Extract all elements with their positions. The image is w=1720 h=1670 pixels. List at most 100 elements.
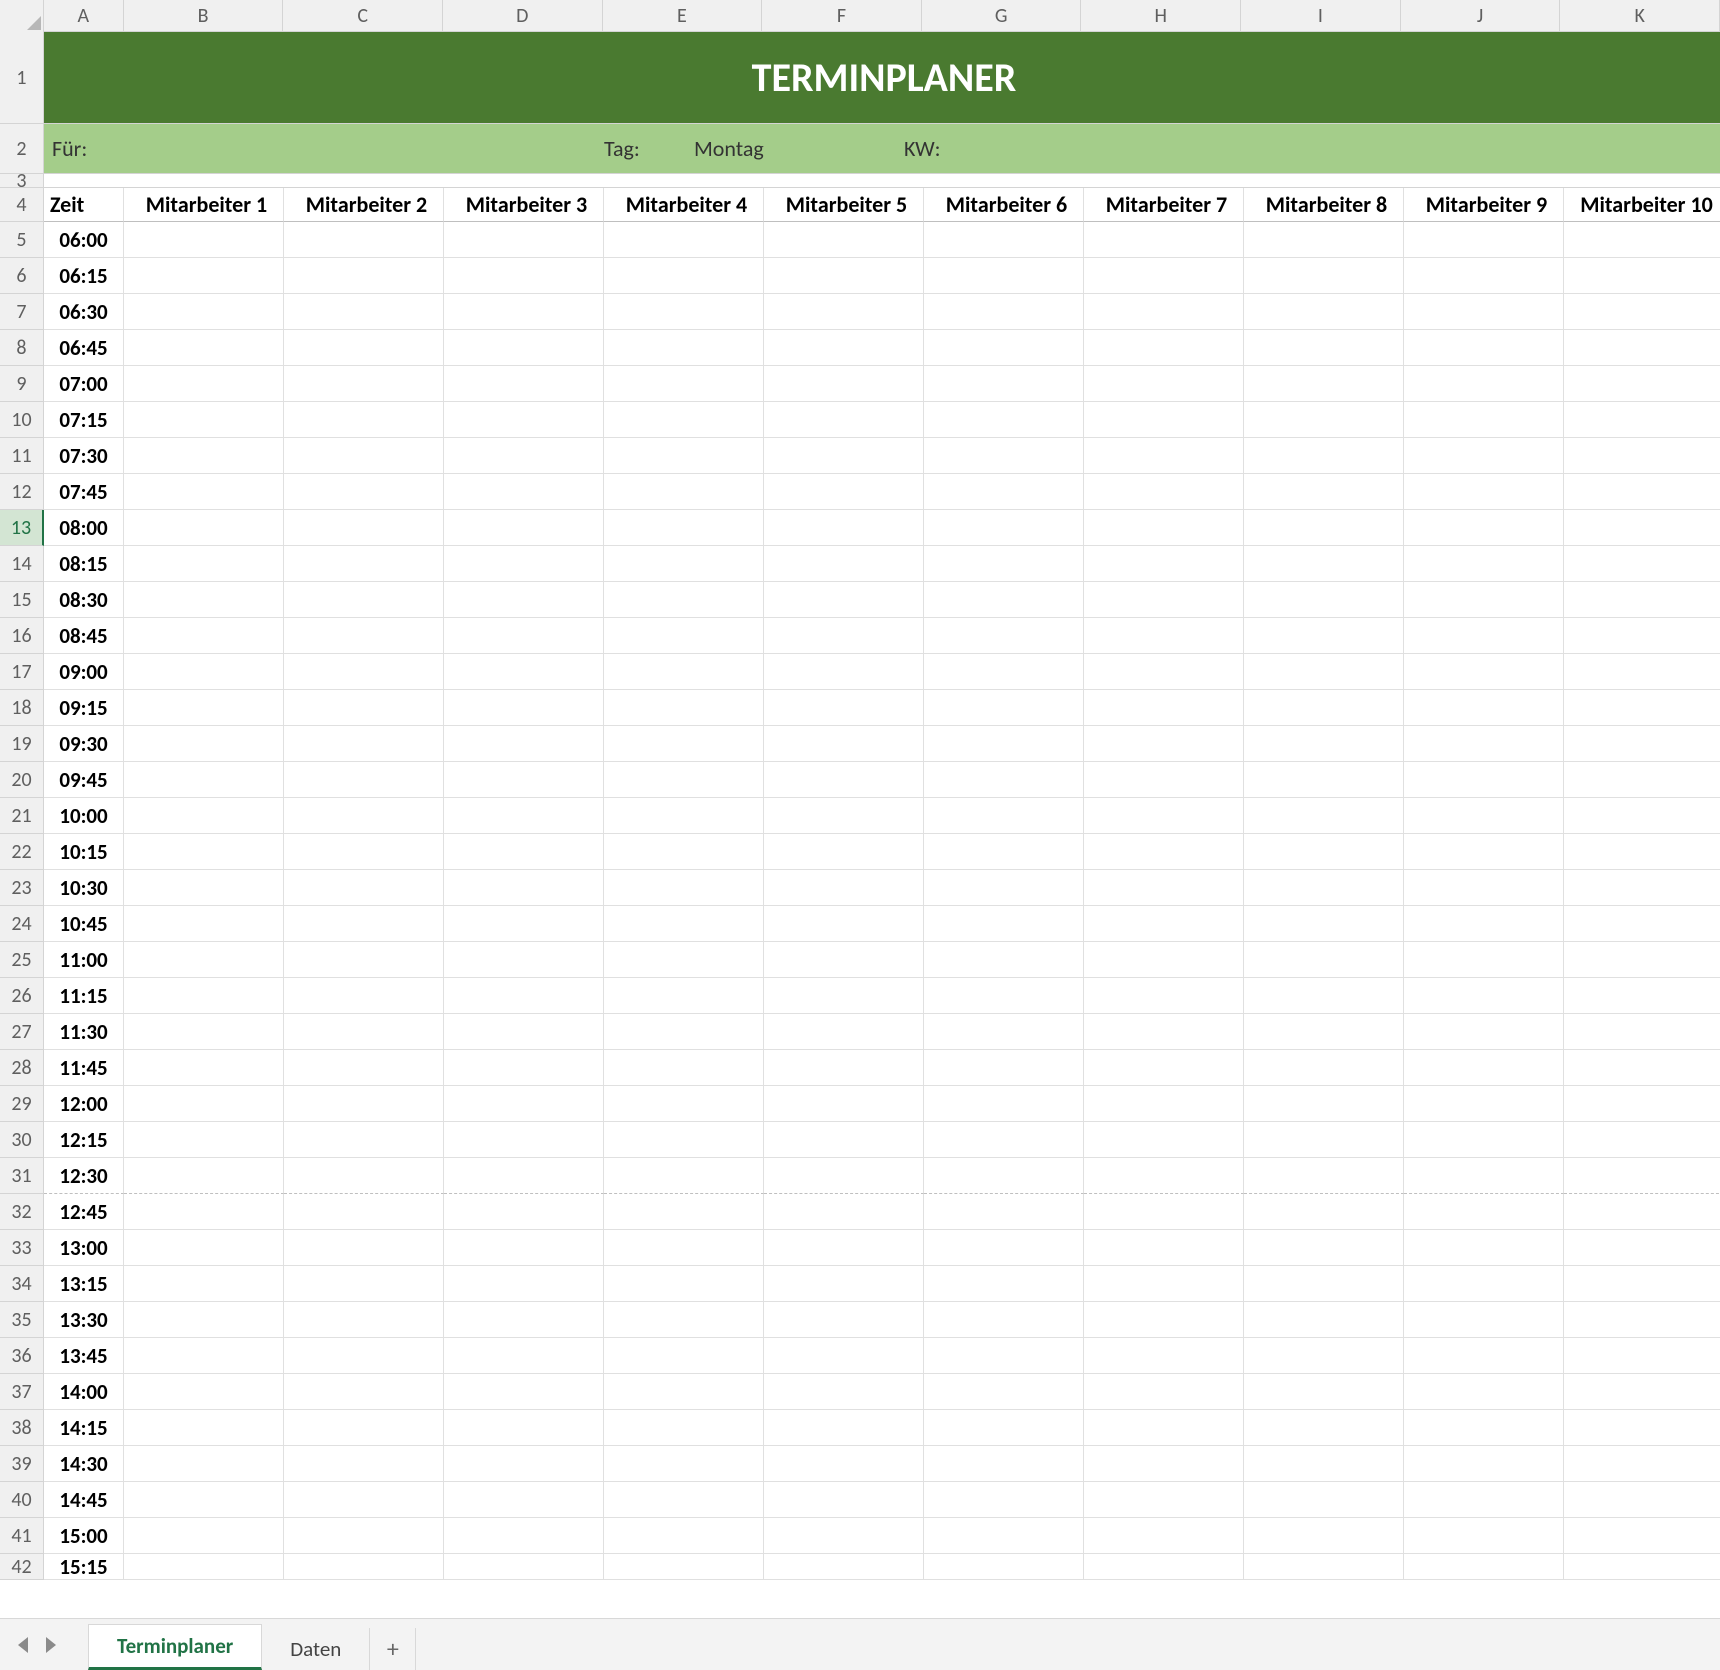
data-cell-r16-c8[interactable] bbox=[1244, 618, 1404, 654]
data-cell-r12-c3[interactable] bbox=[444, 474, 604, 510]
time-cell-31[interactable]: 12:30 bbox=[44, 1158, 124, 1194]
data-cell-r41-c7[interactable] bbox=[1084, 1518, 1244, 1554]
data-cell-r21-c6[interactable] bbox=[924, 798, 1084, 834]
data-cell-r20-c1[interactable] bbox=[124, 762, 284, 798]
data-cell-r10-c2[interactable] bbox=[284, 402, 444, 438]
data-cell-r27-c5[interactable] bbox=[764, 1014, 924, 1050]
data-cell-r41-c5[interactable] bbox=[764, 1518, 924, 1554]
data-cell-r23-c3[interactable] bbox=[444, 870, 604, 906]
data-cell-r29-c9[interactable] bbox=[1404, 1086, 1564, 1122]
time-cell-39[interactable]: 14:30 bbox=[44, 1446, 124, 1482]
time-cell-11[interactable]: 07:30 bbox=[44, 438, 124, 474]
data-cell-r41-c9[interactable] bbox=[1404, 1518, 1564, 1554]
data-cell-r16-c3[interactable] bbox=[444, 618, 604, 654]
data-cell-r6-c8[interactable] bbox=[1244, 258, 1404, 294]
data-cell-r26-c6[interactable] bbox=[924, 978, 1084, 1014]
header-mitarbeiter-8[interactable]: Mitarbeiter 8 bbox=[1244, 188, 1404, 222]
data-cell-r40-c2[interactable] bbox=[284, 1482, 444, 1518]
data-cell-r39-c2[interactable] bbox=[284, 1446, 444, 1482]
data-cell-r28-c9[interactable] bbox=[1404, 1050, 1564, 1086]
data-cell-r26-c1[interactable] bbox=[124, 978, 284, 1014]
data-cell-r35-c7[interactable] bbox=[1084, 1302, 1244, 1338]
data-cell-r28-c6[interactable] bbox=[924, 1050, 1084, 1086]
data-cell-r38-c1[interactable] bbox=[124, 1410, 284, 1446]
data-cell-r28-c10[interactable] bbox=[1564, 1050, 1720, 1086]
data-cell-r18-c8[interactable] bbox=[1244, 690, 1404, 726]
data-cell-r13-c1[interactable] bbox=[124, 510, 284, 546]
data-cell-r20-c10[interactable] bbox=[1564, 762, 1720, 798]
header-mitarbeiter-2[interactable]: Mitarbeiter 2 bbox=[284, 188, 444, 222]
header-zeit[interactable]: Zeit bbox=[44, 188, 124, 222]
data-cell-r28-c2[interactable] bbox=[284, 1050, 444, 1086]
data-cell-r22-c8[interactable] bbox=[1244, 834, 1404, 870]
data-cell-r33-c5[interactable] bbox=[764, 1230, 924, 1266]
data-cell-r20-c4[interactable] bbox=[604, 762, 764, 798]
data-cell-r14-c2[interactable] bbox=[284, 546, 444, 582]
data-cell-r7-c2[interactable] bbox=[284, 294, 444, 330]
time-cell-40[interactable]: 14:45 bbox=[44, 1482, 124, 1518]
data-cell-r27-c3[interactable] bbox=[444, 1014, 604, 1050]
data-cell-r38-c10[interactable] bbox=[1564, 1410, 1720, 1446]
row-header-6[interactable]: 6 bbox=[0, 258, 44, 294]
data-cell-r5-c2[interactable] bbox=[284, 222, 444, 258]
data-cell-r6-c1[interactable] bbox=[124, 258, 284, 294]
data-cell-r38-c8[interactable] bbox=[1244, 1410, 1404, 1446]
time-cell-30[interactable]: 12:15 bbox=[44, 1122, 124, 1158]
data-cell-r22-c4[interactable] bbox=[604, 834, 764, 870]
data-cell-r33-c2[interactable] bbox=[284, 1230, 444, 1266]
data-cell-r21-c2[interactable] bbox=[284, 798, 444, 834]
time-cell-28[interactable]: 11:45 bbox=[44, 1050, 124, 1086]
row-header-41[interactable]: 41 bbox=[0, 1518, 44, 1554]
data-cell-r27-c2[interactable] bbox=[284, 1014, 444, 1050]
column-header-I[interactable]: I bbox=[1241, 0, 1401, 31]
time-cell-22[interactable]: 10:15 bbox=[44, 834, 124, 870]
data-cell-r17-c2[interactable] bbox=[284, 654, 444, 690]
data-cell-r12-c2[interactable] bbox=[284, 474, 444, 510]
data-cell-r36-c4[interactable] bbox=[604, 1338, 764, 1374]
data-cell-r12-c6[interactable] bbox=[924, 474, 1084, 510]
header-mitarbeiter-9[interactable]: Mitarbeiter 9 bbox=[1404, 188, 1564, 222]
data-cell-r12-c5[interactable] bbox=[764, 474, 924, 510]
data-cell-r10-c9[interactable] bbox=[1404, 402, 1564, 438]
data-cell-r25-c1[interactable] bbox=[124, 942, 284, 978]
data-cell-r10-c3[interactable] bbox=[444, 402, 604, 438]
data-cell-r22-c7[interactable] bbox=[1084, 834, 1244, 870]
data-cell-r35-c4[interactable] bbox=[604, 1302, 764, 1338]
data-cell-r8-c6[interactable] bbox=[924, 330, 1084, 366]
data-cell-r41-c3[interactable] bbox=[444, 1518, 604, 1554]
data-cell-r6-c2[interactable] bbox=[284, 258, 444, 294]
data-cell-r23-c6[interactable] bbox=[924, 870, 1084, 906]
data-cell-r9-c7[interactable] bbox=[1084, 366, 1244, 402]
data-cell-r5-c9[interactable] bbox=[1404, 222, 1564, 258]
data-cell-r12-c8[interactable] bbox=[1244, 474, 1404, 510]
data-cell-r18-c9[interactable] bbox=[1404, 690, 1564, 726]
data-cell-r38-c6[interactable] bbox=[924, 1410, 1084, 1446]
data-cell-r26-c8[interactable] bbox=[1244, 978, 1404, 1014]
data-cell-r42-c7[interactable] bbox=[1084, 1554, 1244, 1580]
row-header-32[interactable]: 32 bbox=[0, 1194, 44, 1230]
data-cell-r28-c8[interactable] bbox=[1244, 1050, 1404, 1086]
info-row[interactable]: Für: Tag: Montag KW: bbox=[44, 124, 1720, 174]
data-cell-r33-c3[interactable] bbox=[444, 1230, 604, 1266]
data-cell-r34-c8[interactable] bbox=[1244, 1266, 1404, 1302]
row-header-25[interactable]: 25 bbox=[0, 942, 44, 978]
row-header-23[interactable]: 23 bbox=[0, 870, 44, 906]
data-cell-r14-c4[interactable] bbox=[604, 546, 764, 582]
time-cell-23[interactable]: 10:30 bbox=[44, 870, 124, 906]
data-cell-r38-c5[interactable] bbox=[764, 1410, 924, 1446]
row-header-11[interactable]: 11 bbox=[0, 438, 44, 474]
data-cell-r25-c5[interactable] bbox=[764, 942, 924, 978]
row-header-35[interactable]: 35 bbox=[0, 1302, 44, 1338]
data-cell-r41-c8[interactable] bbox=[1244, 1518, 1404, 1554]
data-cell-r8-c3[interactable] bbox=[444, 330, 604, 366]
data-cell-r20-c5[interactable] bbox=[764, 762, 924, 798]
data-cell-r17-c9[interactable] bbox=[1404, 654, 1564, 690]
data-cell-r30-c4[interactable] bbox=[604, 1122, 764, 1158]
header-mitarbeiter-6[interactable]: Mitarbeiter 6 bbox=[924, 188, 1084, 222]
data-cell-r37-c8[interactable] bbox=[1244, 1374, 1404, 1410]
data-cell-r13-c3[interactable] bbox=[444, 510, 604, 546]
data-cell-r21-c8[interactable] bbox=[1244, 798, 1404, 834]
row-header-31[interactable]: 31 bbox=[0, 1158, 44, 1194]
data-cell-r10-c10[interactable] bbox=[1564, 402, 1720, 438]
row-header-4[interactable]: 4 bbox=[0, 188, 44, 222]
